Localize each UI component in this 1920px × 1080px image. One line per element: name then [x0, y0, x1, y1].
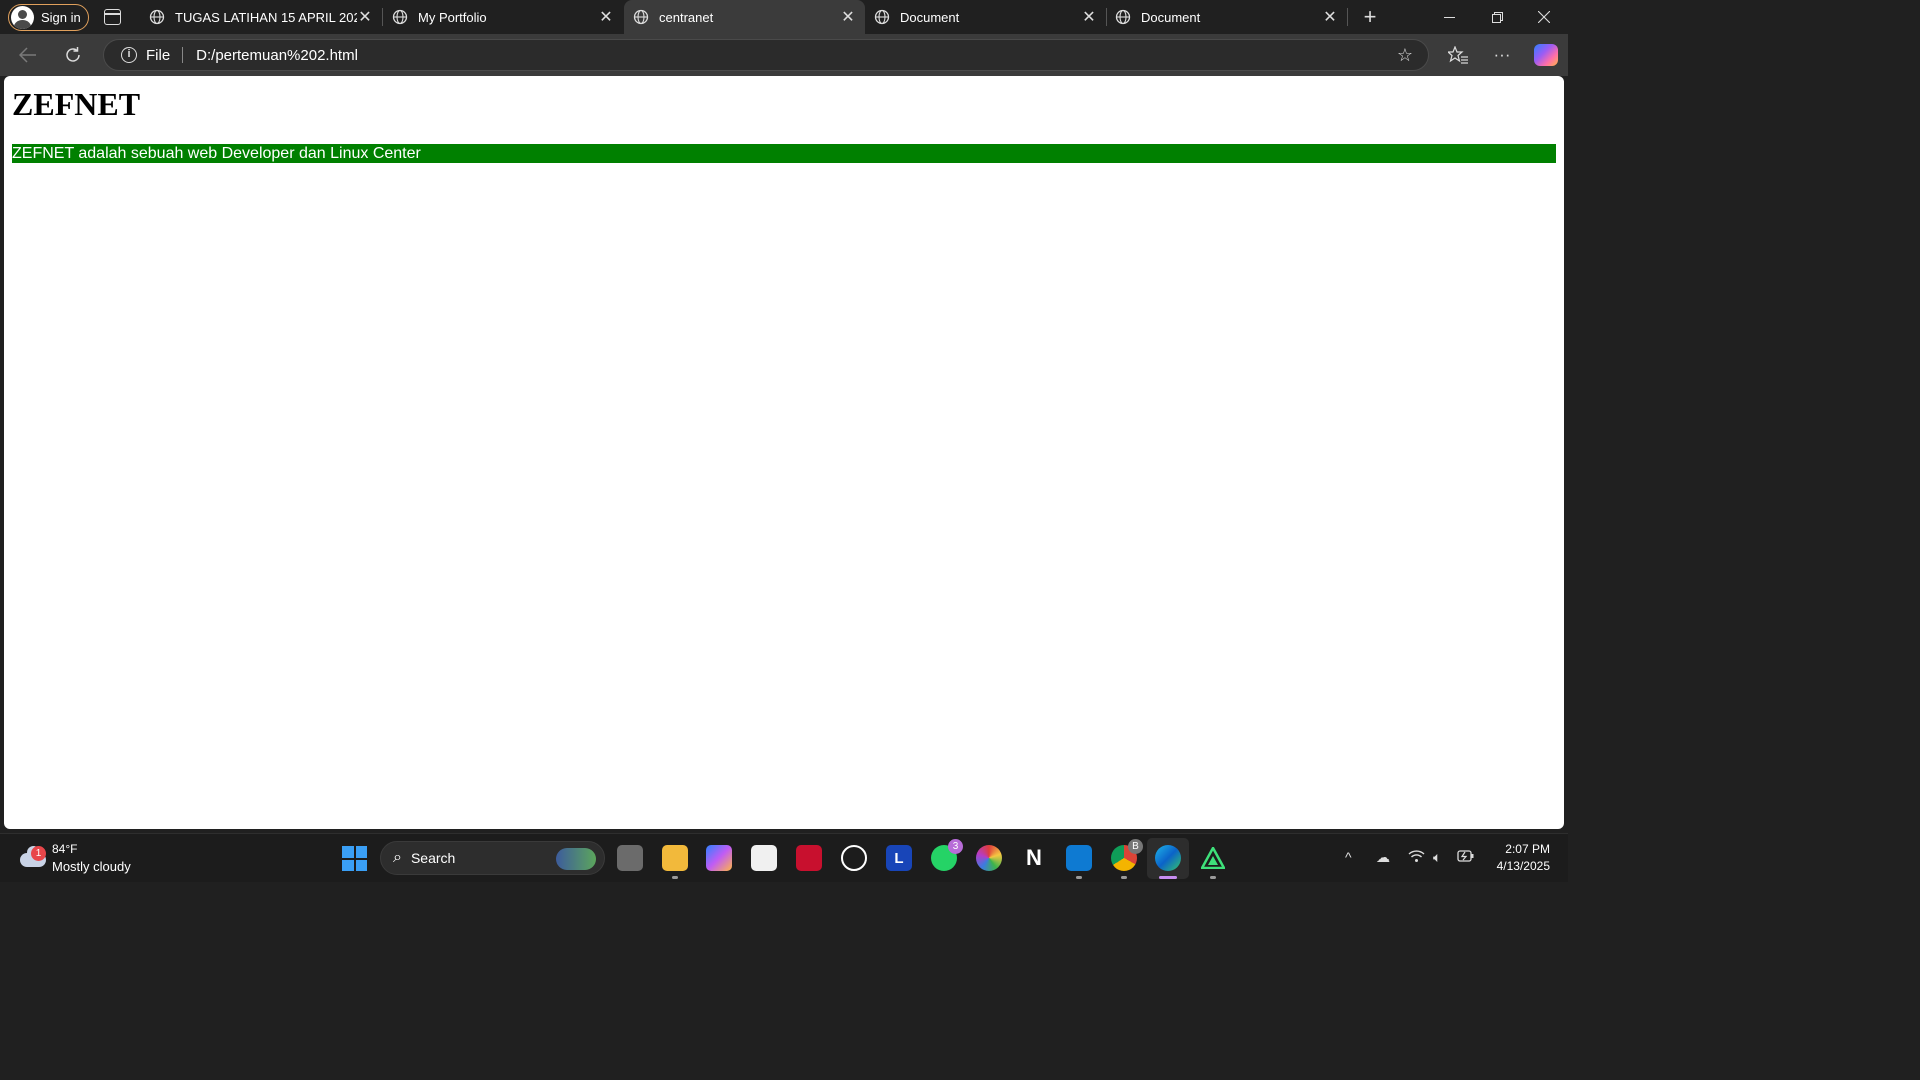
tab-separator [1347, 8, 1348, 26]
refresh-icon [66, 47, 80, 62]
weather-condition: Mostly cloudy [52, 859, 131, 874]
start-logo-tile [355, 846, 367, 858]
globe-icon [1115, 9, 1131, 25]
windows-taskbar: 1 84°F Mostly cloudy ⌕ Search L 3 N B ^ [0, 833, 1568, 882]
browser-tab-strip: Sign in TUGAS LATIHAN 15 APRIL 2025 ✕ My… [0, 0, 1568, 34]
close-window-button[interactable] [1521, 0, 1567, 34]
running-indicator [1121, 876, 1127, 879]
copilot-app-icon[interactable] [706, 845, 732, 871]
close-icon[interactable]: ✕ [1081, 7, 1097, 27]
wifi-icon[interactable] [1408, 849, 1425, 866]
minimize-icon [1443, 16, 1455, 18]
color-app-icon[interactable] [976, 845, 1002, 871]
favorites-icon[interactable] [1446, 43, 1470, 67]
notification-badge: 3 [948, 839, 963, 854]
show-hidden-icons-chevron-icon[interactable]: ^ [1345, 849, 1352, 865]
close-icon [1538, 11, 1550, 23]
tab-title: TUGAS LATIHAN 15 APRIL 2025 [175, 9, 357, 25]
running-indicator [1076, 876, 1082, 879]
minimize-button[interactable] [1426, 0, 1472, 34]
windows-start-button[interactable] [342, 846, 367, 871]
tab-actions-icon[interactable] [104, 9, 121, 25]
address-divider [182, 47, 184, 63]
weather-badge: 1 [31, 846, 46, 861]
system-clock[interactable]: 2:07 PM 4/13/2025 [1470, 841, 1550, 875]
start-logo-tile [342, 846, 354, 858]
copilot-icon[interactable] [1534, 44, 1558, 66]
favorites-list-icon [1448, 46, 1468, 64]
tab-title: Document [1141, 9, 1201, 25]
edge-icon[interactable] [1155, 845, 1181, 879]
back-button[interactable] [16, 43, 40, 67]
l-app-glyph: L [894, 849, 904, 867]
search-highlight-image [556, 848, 596, 870]
globe-icon [874, 9, 890, 25]
weather-widget[interactable]: 1 84°F Mostly cloudy [18, 841, 168, 877]
tab-centranet[interactable]: centranet ✕ [624, 0, 865, 34]
new-tab-button[interactable]: + [1360, 5, 1380, 29]
search-label: Search [410, 850, 456, 866]
restore-button[interactable] [1474, 0, 1520, 34]
start-logo-tile [342, 859, 354, 871]
volume-icon[interactable]: 🔈︎ [1433, 849, 1441, 866]
arrow-left-icon [19, 47, 36, 63]
more-options-icon[interactable]: ··· [1490, 43, 1514, 67]
close-icon[interactable]: ✕ [598, 7, 614, 27]
file-scheme-label: File [146, 46, 171, 64]
page-heading: ZEFNET [12, 86, 141, 122]
running-indicator [672, 876, 678, 879]
close-icon[interactable]: ✕ [357, 7, 373, 27]
notion-like-app-icon[interactable]: N [1021, 845, 1047, 871]
clock-time: 2:07 PM [1505, 842, 1550, 856]
triangle-glyph-icon [1201, 847, 1225, 869]
mcafee-icon[interactable] [796, 845, 822, 871]
capture-tool-icon[interactable] [841, 845, 867, 871]
refresh-button[interactable] [61, 43, 85, 67]
page-paragraph: ZEFNET adalah sebuah web Developer dan L… [12, 144, 1556, 163]
close-icon[interactable]: ✕ [840, 7, 856, 27]
temperature: 84°F [52, 842, 78, 856]
search-icon: ⌕ [393, 849, 402, 866]
tab-document-2[interactable]: Document ✕ [1106, 0, 1348, 34]
globe-icon [392, 9, 408, 25]
address-bar[interactable]: i File D:/pertemuan%202.html ☆ [103, 39, 1429, 71]
start-logo-tile [355, 859, 367, 871]
triangle-app-icon[interactable] [1200, 845, 1226, 879]
globe-icon [149, 9, 165, 25]
sign-in-label: Sign in [41, 10, 81, 25]
tab-title: Document [900, 9, 960, 25]
l-app-icon[interactable]: L [886, 845, 912, 871]
running-indicator [1210, 876, 1216, 879]
microsoft-store-icon[interactable] [751, 845, 777, 871]
whatsapp-icon[interactable]: 3 [931, 839, 963, 871]
clock-date: 4/13/2025 [1496, 859, 1550, 873]
browser-toolbar: i File D:/pertemuan%202.html ☆ ··· [0, 34, 1568, 76]
vscode-icon[interactable] [1066, 845, 1092, 879]
tab-tugas-latihan[interactable]: TUGAS LATIHAN 15 APRIL 2025 ✕ [140, 0, 383, 34]
profile-badge: B [1128, 839, 1143, 854]
favorite-star-icon[interactable]: ☆ [1397, 45, 1413, 66]
onedrive-icon[interactable]: ☁ [1376, 849, 1390, 866]
n-app-glyph: N [1026, 845, 1042, 870]
file-explorer-icon[interactable] [662, 845, 688, 879]
close-icon[interactable]: ✕ [1322, 7, 1338, 27]
tab-title: My Portfolio [418, 9, 487, 25]
chrome-icon[interactable]: B [1111, 839, 1143, 879]
taskbar-search-box[interactable]: ⌕ Search [380, 841, 605, 875]
sign-in-button[interactable]: Sign in [8, 4, 89, 31]
desktop-screen: Sign in TUGAS LATIHAN 15 APRIL 2025 ✕ My… [0, 0, 1568, 882]
restore-icon [1491, 11, 1503, 23]
tab-my-portfolio[interactable]: My Portfolio ✕ [383, 0, 623, 34]
task-view-icon[interactable] [617, 845, 643, 871]
active-indicator [1159, 876, 1177, 879]
profile-avatar-icon [11, 6, 34, 29]
tab-title: centranet [659, 9, 714, 25]
info-icon[interactable]: i [121, 47, 137, 63]
globe-icon [633, 9, 649, 25]
page-viewport: ZEFNET ZEFNET adalah sebuah web Develope… [4, 76, 1564, 829]
tab-document-1[interactable]: Document ✕ [865, 0, 1107, 34]
url-text[interactable]: D:/pertemuan%202.html [196, 47, 1397, 64]
